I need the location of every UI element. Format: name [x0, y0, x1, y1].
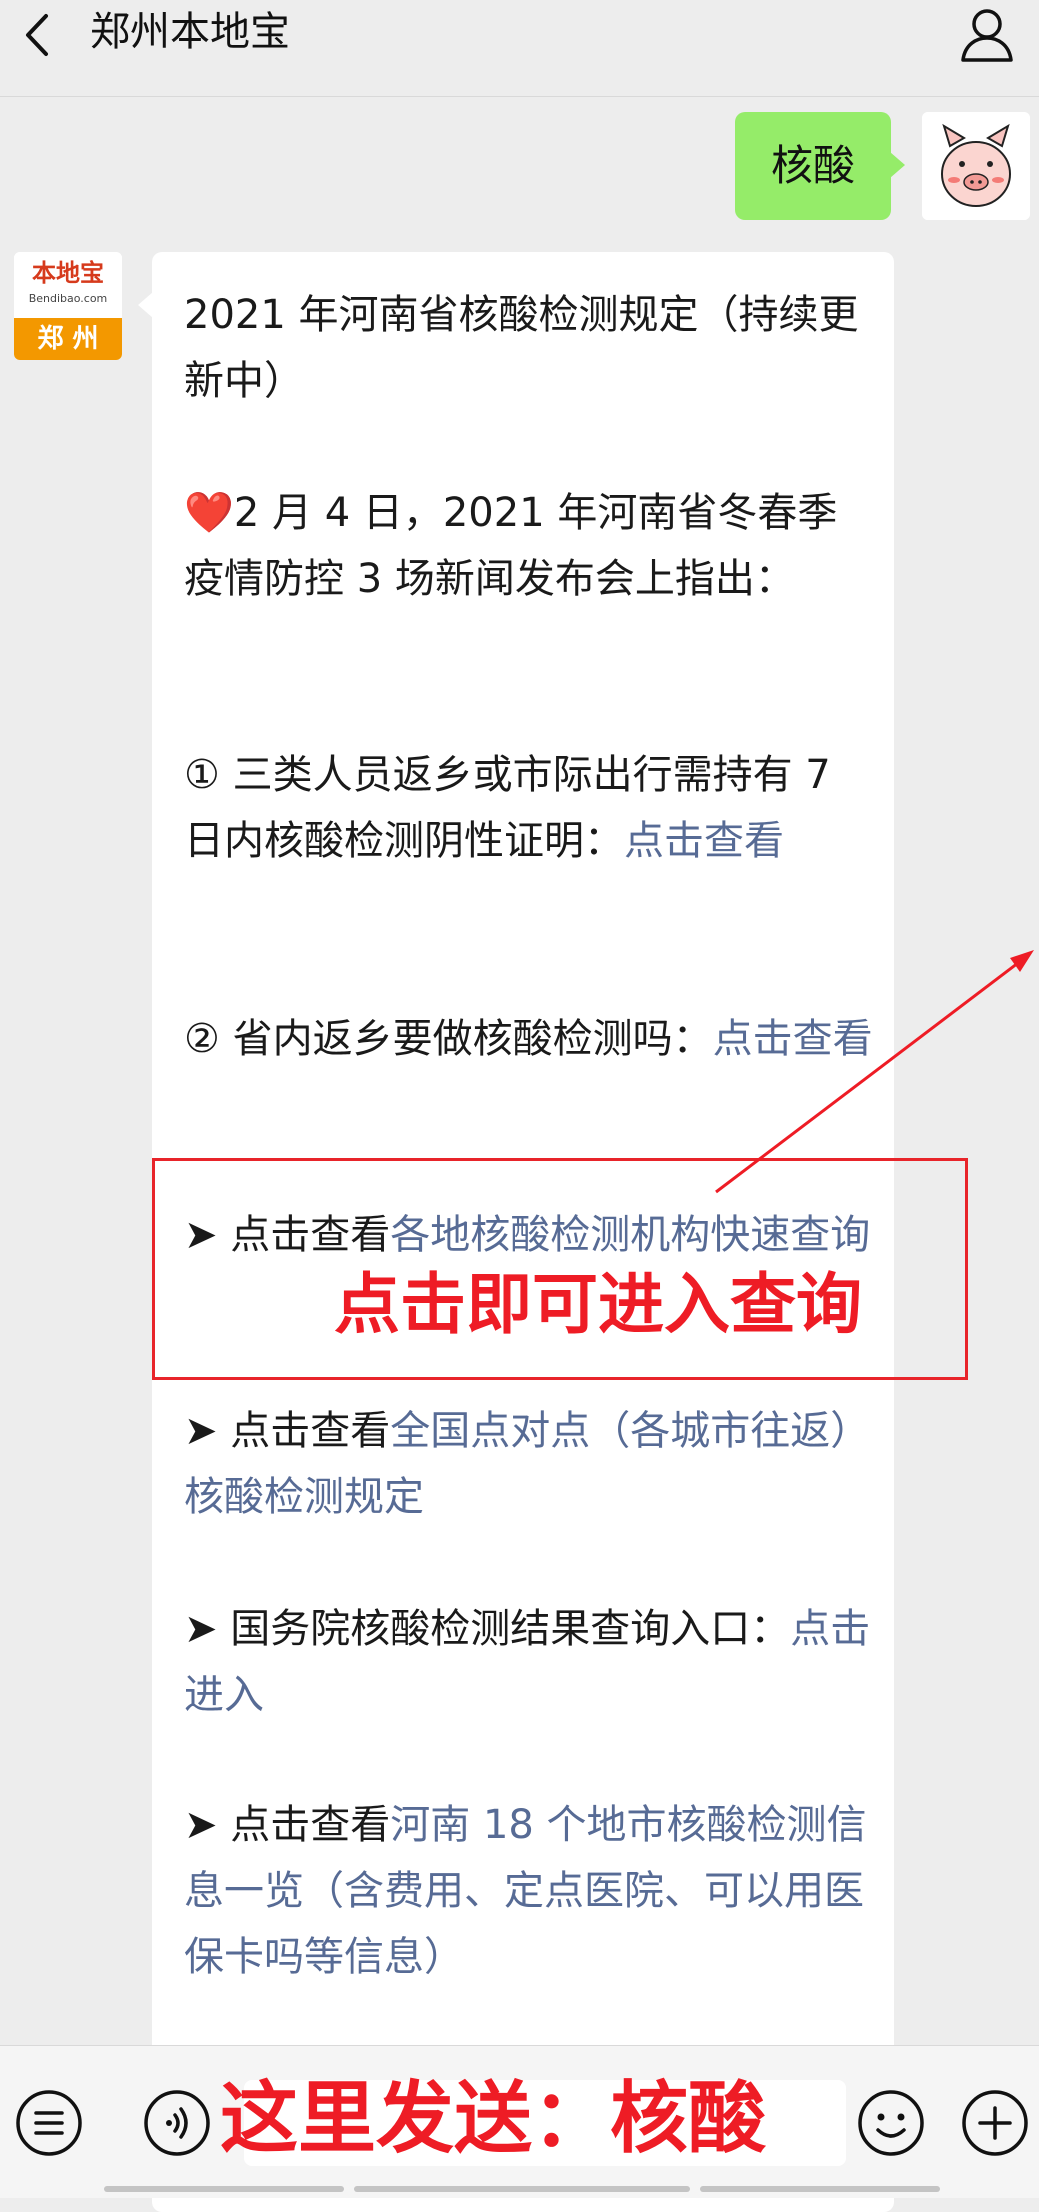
home-indicator [104, 2186, 344, 2192]
list-item: ① 三类人员返乡或市际出行需持有 7 日内核酸检测阴性证明：点击查看 [184, 742, 874, 874]
pig-avatar-icon [922, 112, 1030, 220]
user-avatar[interactable] [922, 112, 1030, 220]
back-button[interactable] [14, 10, 64, 60]
user-icon [961, 9, 1013, 62]
view-link[interactable]: 点击查看 [624, 818, 784, 864]
chevron-left-icon [26, 14, 48, 56]
message-title: 2021 年河南省核酸检测规定（持续更新中） [184, 292, 859, 404]
sent-message-text: 核酸 [770, 141, 855, 190]
list-item: ➤ 点击查看全国点对点（各城市往返）核酸检测规定 [184, 1398, 874, 1530]
official-account-avatar[interactable]: 本地宝 Bendibao.com 郑 州 [14, 252, 122, 360]
profile-button[interactable] [955, 4, 1019, 68]
list-item: ② 省内返乡要做核酸检测吗：点击查看 [184, 1006, 874, 1072]
intro-text: 2 月 4 日，2021 年河南省冬春季疫情防控 3 场新闻发布会上指出： [184, 490, 838, 602]
home-indicator [354, 2186, 690, 2192]
menu-button[interactable] [14, 2088, 84, 2158]
logo-city: 郑 州 [14, 318, 122, 360]
plus-icon [962, 2090, 1028, 2156]
item-text: ➤ 国务院核酸检测结果查询入口： [184, 1606, 791, 1652]
item-text: ➤ 点击查看 [184, 1408, 391, 1454]
top-bar: 郑州本地宝 [0, 0, 1039, 97]
page-title: 郑州本地宝 [90, 9, 290, 55]
list-item: ➤ 国务院核酸检测结果查询入口：点击进入 [184, 1596, 874, 1728]
home-indicator [700, 2186, 940, 2192]
item-text: ➤ 点击查看 [184, 1802, 391, 1848]
view-link[interactable]: 点击查看 [713, 1016, 873, 1062]
list-item: ➤ 点击查看河南 18 个地市核酸检测信息一览（含费用、定点医院、可以用医保卡吗… [184, 1792, 874, 1990]
menu-icon [16, 2090, 82, 2156]
bottom-annotation-label: 这里发送：核酸 [220, 2074, 767, 2164]
emoji-icon [858, 2090, 924, 2156]
sent-message-bubble[interactable]: 核酸 [735, 112, 905, 220]
logo-subtext: Bendibao.com [28, 292, 108, 305]
voice-icon [144, 2090, 210, 2156]
emoji-button[interactable] [856, 2088, 926, 2158]
logo-text: 本地宝 [14, 252, 122, 318]
add-button[interactable] [960, 2088, 1030, 2158]
box-annotation-label: 点击即可进入查询 [334, 1266, 862, 1343]
message-intro: ❤️2 月 4 日，2021 年河南省冬春季疫情防控 3 场新闻发布会上指出： [184, 480, 874, 612]
voice-button[interactable] [142, 2088, 212, 2158]
item-text: ② 省内返乡要做核酸检测吗： [184, 1016, 713, 1062]
heart-icon: ❤️ [184, 490, 234, 536]
